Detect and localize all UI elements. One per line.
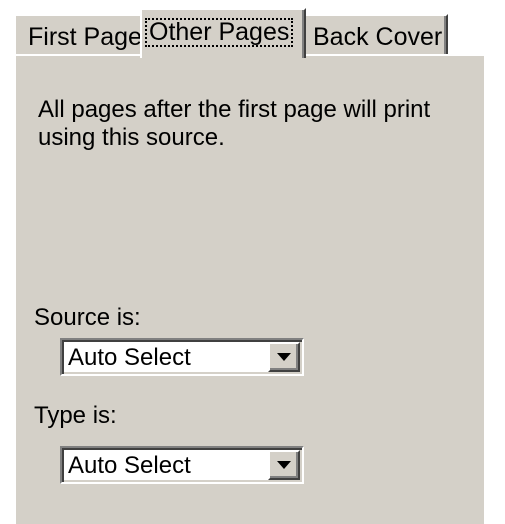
tab-back-cover[interactable]: Back Cover [300,14,448,54]
type-select-value: Auto Select [68,452,191,479]
chevron-down-icon [277,461,291,469]
chevron-down-icon [277,353,291,361]
tab-other-pages[interactable]: Other Pages [140,8,306,58]
source-select-value: Auto Select [68,344,191,371]
tab-panel: All pages after the first page will prin… [14,54,484,524]
type-select[interactable]: Auto Select [60,446,304,484]
tab-back-cover-label: Back Cover [313,23,443,51]
tab-first-page[interactable]: First Page [14,14,146,54]
description-text: All pages after the first page will prin… [38,96,431,151]
tab-first-page-label: First Page [28,23,142,51]
source-label: Source is: [34,304,141,331]
source-select[interactable]: Auto Select [60,338,304,376]
tab-other-pages-label: Other Pages [144,18,294,47]
type-dropdown-button[interactable] [268,450,300,480]
source-dropdown-button[interactable] [268,342,300,372]
type-label: Type is: [34,402,117,429]
